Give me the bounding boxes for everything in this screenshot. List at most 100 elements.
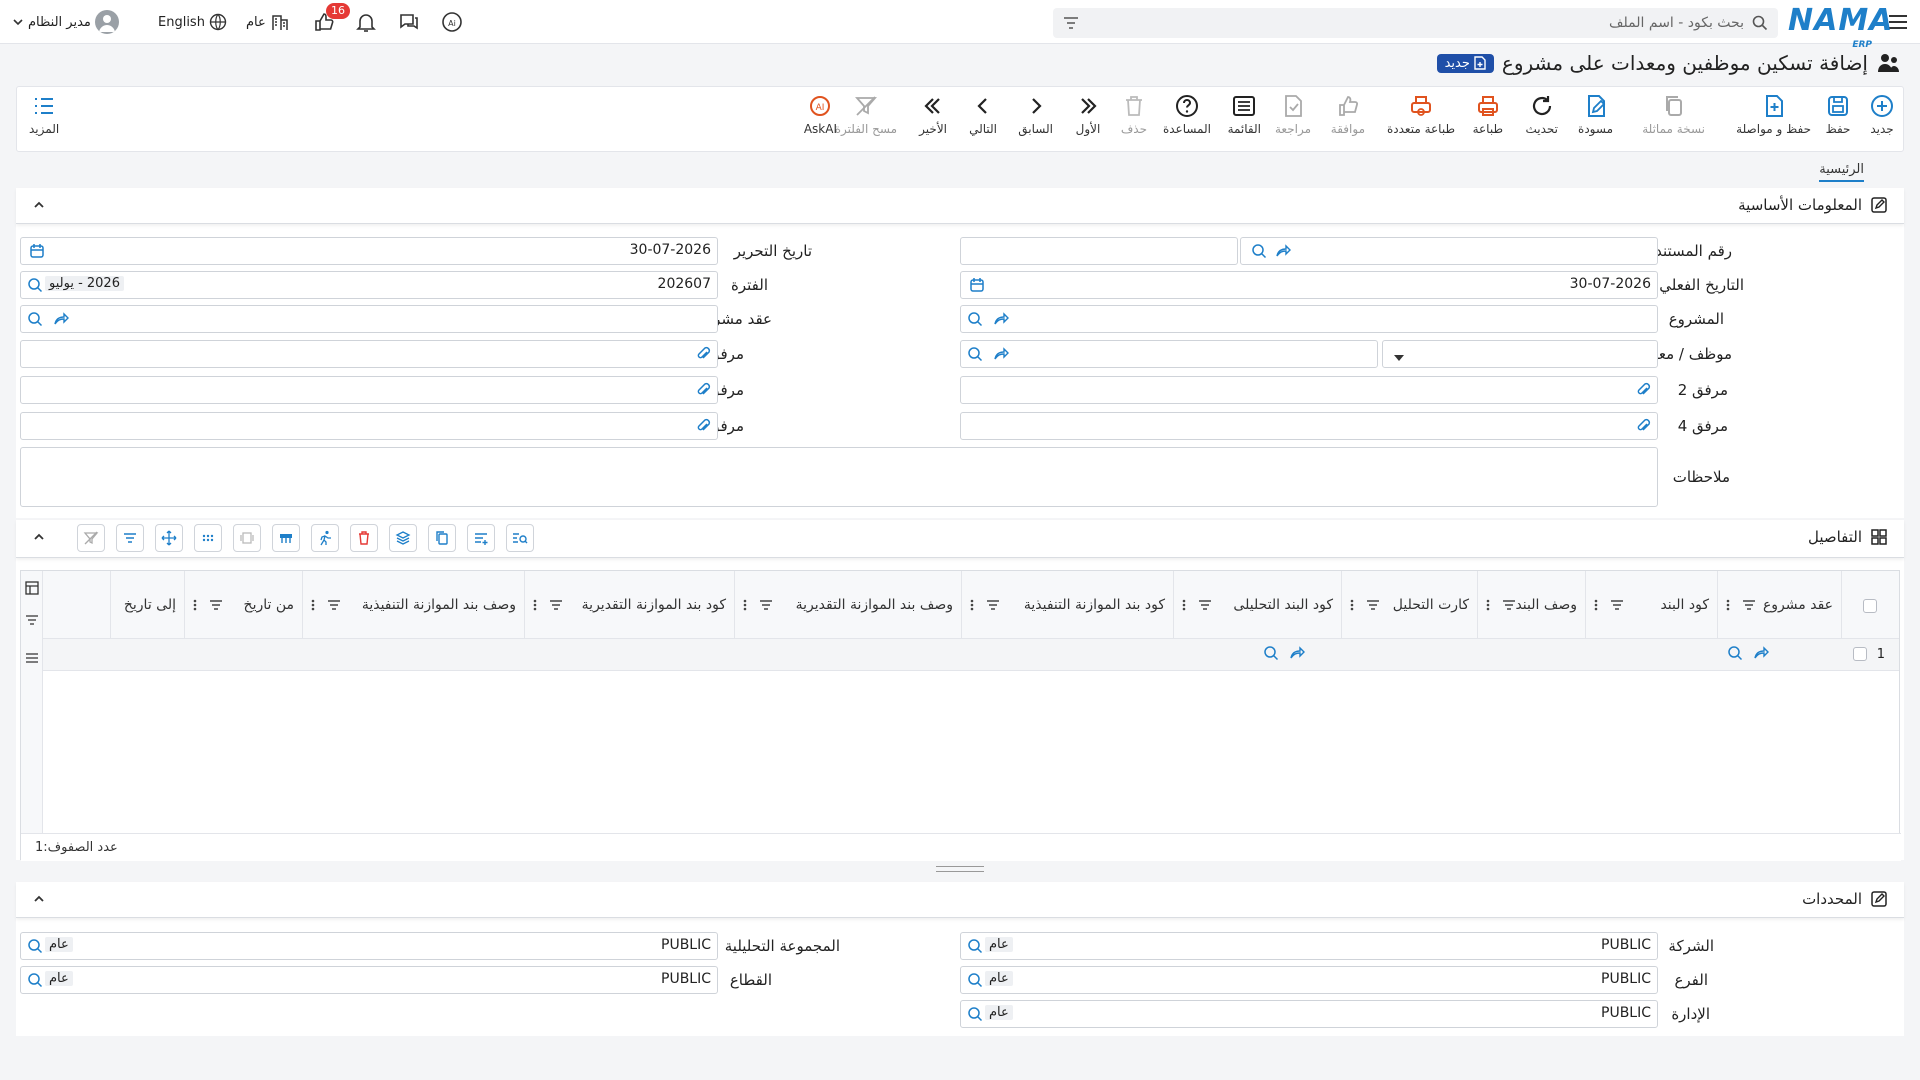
paperclip-icon[interactable] xyxy=(1635,382,1651,402)
column-filter-icon[interactable] xyxy=(1366,599,1380,615)
paperclip-icon[interactable] xyxy=(695,346,711,366)
employee-equipment-type-select[interactable] xyxy=(1382,340,1658,368)
scope-selector[interactable]: عام xyxy=(246,10,290,34)
next-button[interactable]: التالي xyxy=(969,93,997,136)
paperclip-icon[interactable] xyxy=(695,382,711,402)
calendar-icon[interactable] xyxy=(29,243,45,263)
column-menu-icon[interactable] xyxy=(311,599,315,615)
column-filter-icon[interactable] xyxy=(209,599,223,615)
print-button[interactable]: طباعة xyxy=(1473,93,1503,136)
period-field[interactable]: 202607 2026 - يوليو xyxy=(20,271,718,299)
column-header[interactable]: كود بند الموازنة التنفيذية xyxy=(961,571,1173,639)
column-filter-icon[interactable] xyxy=(759,599,773,615)
save-button[interactable]: حفظ xyxy=(1825,93,1851,136)
delete-button[interactable]: حذف xyxy=(1121,93,1147,136)
last-button[interactable]: الأخير xyxy=(919,93,947,136)
analytic-group-field[interactable]: PUBLIC عام xyxy=(20,932,718,960)
previous-button[interactable]: السابق xyxy=(1018,93,1053,136)
column-filter-icon[interactable] xyxy=(1610,599,1624,615)
search-lookup-icon[interactable] xyxy=(967,972,983,992)
more-button[interactable]: المزيد xyxy=(29,93,59,136)
grid-delete-row-button[interactable] xyxy=(350,524,378,552)
help-button[interactable]: المساعدة xyxy=(1163,93,1211,136)
column-header[interactable]: كود البند xyxy=(1585,571,1717,639)
column-menu-icon[interactable] xyxy=(1594,599,1598,615)
approve-button[interactable]: موافقة xyxy=(1331,93,1365,136)
share-arrow-icon[interactable] xyxy=(993,346,1009,366)
language-switch[interactable]: English xyxy=(158,10,227,34)
user-menu[interactable]: مدير النظام xyxy=(12,10,119,34)
share-arrow-icon[interactable] xyxy=(53,311,69,331)
column-menu-icon[interactable] xyxy=(1350,599,1354,615)
column-menu-icon[interactable] xyxy=(743,599,747,615)
list-button[interactable]: القائمة xyxy=(1228,93,1261,136)
new-button[interactable]: جديد xyxy=(1869,93,1895,136)
search-lookup-icon[interactable] xyxy=(27,938,43,958)
column-filter-icon[interactable] xyxy=(1742,599,1756,615)
ai-icon[interactable]: Ai xyxy=(440,10,464,34)
doc-number-field[interactable] xyxy=(1240,237,1658,265)
column-header[interactable]: كود بند الموازنة التقديرية xyxy=(524,571,734,639)
employee-equipment-field[interactable] xyxy=(960,340,1378,368)
collapse-icon[interactable] xyxy=(32,892,46,910)
attachment1-field[interactable] xyxy=(20,340,718,368)
grid-add-row-button[interactable] xyxy=(467,524,495,552)
column-filter-icon[interactable] xyxy=(549,599,563,615)
department-field[interactable]: PUBLIC عام xyxy=(960,1000,1658,1028)
search-lookup-icon[interactable] xyxy=(967,311,983,331)
attachment3-field[interactable] xyxy=(20,376,718,404)
attachment4-field[interactable] xyxy=(960,412,1658,440)
clear-filter-button[interactable]: مسح الفلترة xyxy=(835,93,897,136)
search-input[interactable] xyxy=(1164,12,1744,34)
column-menu-icon[interactable] xyxy=(533,599,537,615)
column-menu-icon[interactable] xyxy=(1486,599,1490,615)
column-header[interactable]: وصف بند الموازنة التقديرية xyxy=(734,571,961,639)
notes-textarea[interactable] xyxy=(20,447,1658,507)
column-filter-icon[interactable] xyxy=(1502,599,1516,615)
column-header[interactable]: من تاريخ xyxy=(184,571,302,639)
filter-icon[interactable] xyxy=(1063,15,1079,35)
grid-layers-button[interactable] xyxy=(389,524,417,552)
table-row[interactable]: 1 xyxy=(43,639,1899,671)
column-header[interactable]: وصف بند الموازنة التنفيذية xyxy=(302,571,524,639)
share-arrow-icon[interactable] xyxy=(1275,243,1291,263)
approvals-icon[interactable]: 16 xyxy=(312,3,350,34)
column-header[interactable]: كود البند التحليلى xyxy=(1173,571,1341,639)
chat-icon[interactable] xyxy=(397,10,421,34)
column-filter-icon[interactable] xyxy=(327,599,341,615)
search-lookup-icon[interactable] xyxy=(27,972,43,992)
column-header[interactable]: كارت التحليل xyxy=(1341,571,1477,639)
column-menu-icon[interactable] xyxy=(1726,599,1730,615)
search-lookup-icon[interactable] xyxy=(967,346,983,366)
search-icon[interactable] xyxy=(1752,15,1768,35)
search-lookup-icon[interactable] xyxy=(1251,243,1267,263)
share-arrow-icon[interactable] xyxy=(1753,645,1769,665)
search-lookup-icon[interactable] xyxy=(27,277,43,297)
attachment2-field[interactable] xyxy=(960,376,1658,404)
actual-date-field[interactable]: 30-07-2026 xyxy=(960,271,1658,299)
paperclip-icon[interactable] xyxy=(1635,418,1651,438)
refresh-button[interactable]: تحديث xyxy=(1525,93,1558,136)
search-lookup-icon[interactable] xyxy=(1263,645,1279,665)
column-menu-icon[interactable] xyxy=(970,599,974,615)
ask-ai-button[interactable]: AI AskAI xyxy=(804,93,837,136)
paperclip-icon[interactable] xyxy=(695,418,711,438)
grid-search-button[interactable] xyxy=(506,524,534,552)
column-menu-icon[interactable] xyxy=(1182,599,1186,615)
grid-move-button[interactable] xyxy=(155,524,183,552)
share-arrow-icon[interactable] xyxy=(1289,645,1305,665)
company-field[interactable]: PUBLIC عام xyxy=(960,932,1658,960)
sector-field[interactable]: PUBLIC عام xyxy=(20,966,718,994)
grid-columns-button[interactable] xyxy=(233,524,261,552)
search-lookup-icon[interactable] xyxy=(967,938,983,958)
grid-filter-button[interactable] xyxy=(116,524,144,552)
grid-density-button[interactable] xyxy=(194,524,222,552)
collapse-icon[interactable] xyxy=(32,530,46,548)
search-lookup-icon[interactable] xyxy=(967,1006,983,1026)
doc-number-extra-field[interactable] xyxy=(960,237,1238,265)
select-all-checkbox[interactable] xyxy=(1863,599,1877,613)
column-filter-icon[interactable] xyxy=(986,599,1000,615)
search-lookup-icon[interactable] xyxy=(27,311,43,331)
project-contract-field[interactable] xyxy=(20,305,718,333)
search-lookup-icon[interactable] xyxy=(1727,645,1743,665)
